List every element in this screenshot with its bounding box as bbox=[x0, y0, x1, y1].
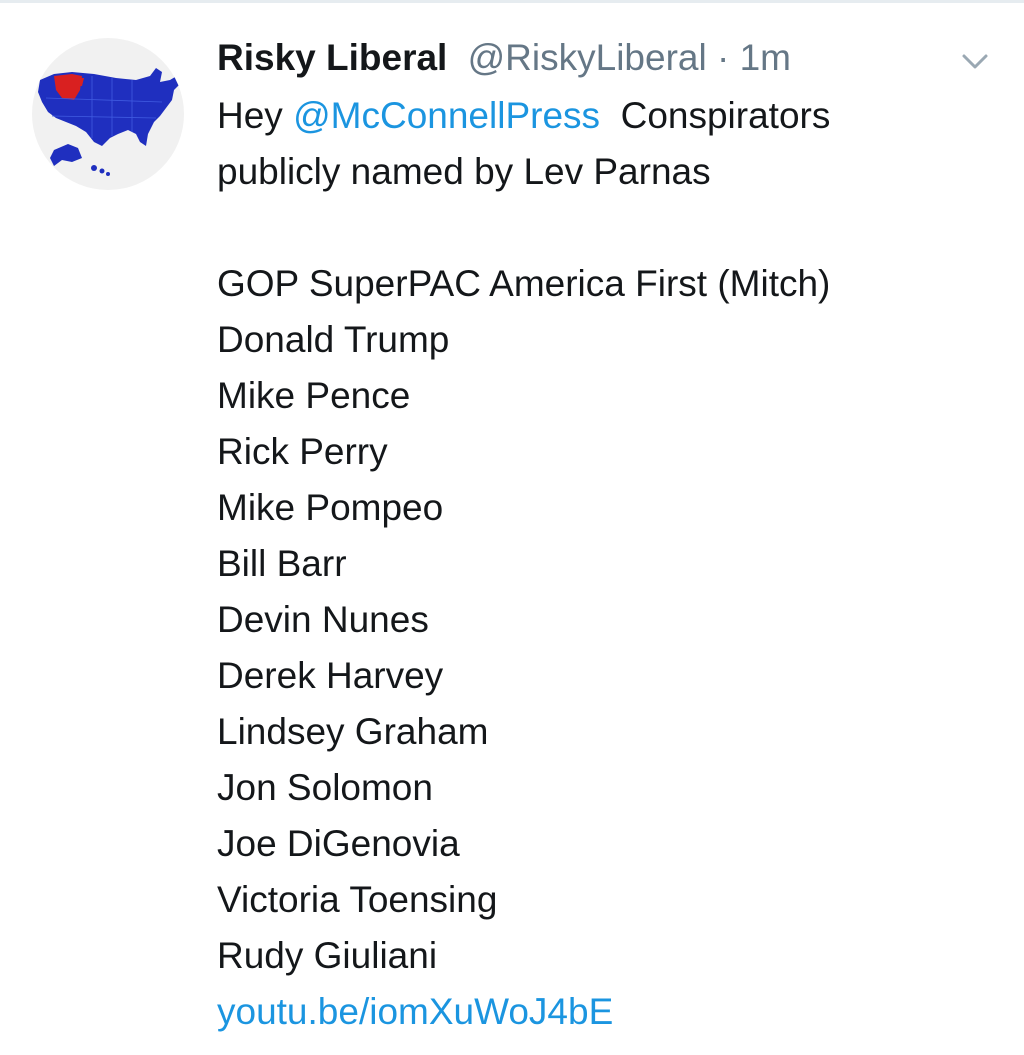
youtube-link[interactable]: youtu.be/iomXuWoJ4bE bbox=[217, 984, 987, 1040]
tweet-text-line: publicly named by Lev Parnas bbox=[217, 151, 711, 192]
header-separator: · bbox=[716, 37, 730, 78]
chevron-down-icon[interactable] bbox=[960, 46, 990, 76]
text-intro: Hey bbox=[217, 95, 283, 136]
tweet-text-line: Hey @McConnellPress Conspirators bbox=[217, 88, 987, 144]
name-list-item: Rudy Giuliani bbox=[217, 935, 438, 976]
us-map-avatar-icon bbox=[38, 68, 182, 176]
name-list-item: Rick Perry bbox=[217, 431, 388, 472]
name-list-item: Lindsey Graham bbox=[217, 711, 489, 752]
name-list-item: Derek Harvey bbox=[217, 655, 444, 696]
author-name[interactable]: Risky Liberal bbox=[217, 37, 447, 78]
text-after-mention: Conspirators bbox=[620, 95, 831, 136]
name-list-item: Bill Barr bbox=[217, 543, 347, 584]
author-handle[interactable]: @RiskyLiberal bbox=[468, 37, 707, 78]
avatar[interactable] bbox=[32, 38, 184, 190]
tweet-content: Risky Liberal @RiskyLiberal · 1m Hey @Mc… bbox=[217, 34, 987, 1040]
name-list-item: Victoria Toensing bbox=[217, 879, 498, 920]
name-list-item: Mike Pompeo bbox=[217, 487, 444, 528]
name-list-item: Donald Trump bbox=[217, 319, 450, 360]
name-list-item: Jon Solomon bbox=[217, 767, 433, 808]
mention-link[interactable]: @McConnellPress bbox=[293, 95, 600, 136]
name-list-item: Joe DiGenovia bbox=[217, 823, 460, 864]
tweet[interactable]: Risky Liberal @RiskyLiberal · 1m Hey @Mc… bbox=[0, 0, 1024, 1055]
tweet-header: Risky Liberal @RiskyLiberal · 1m bbox=[217, 34, 987, 82]
name-list-item: Devin Nunes bbox=[217, 599, 429, 640]
name-list-item: GOP SuperPAC America First (Mitch) bbox=[217, 263, 831, 304]
timestamp[interactable]: 1m bbox=[740, 37, 791, 78]
name-list-item: Mike Pence bbox=[217, 375, 411, 416]
tweet-text: Hey @McConnellPress Conspirators publicl… bbox=[217, 88, 987, 1040]
